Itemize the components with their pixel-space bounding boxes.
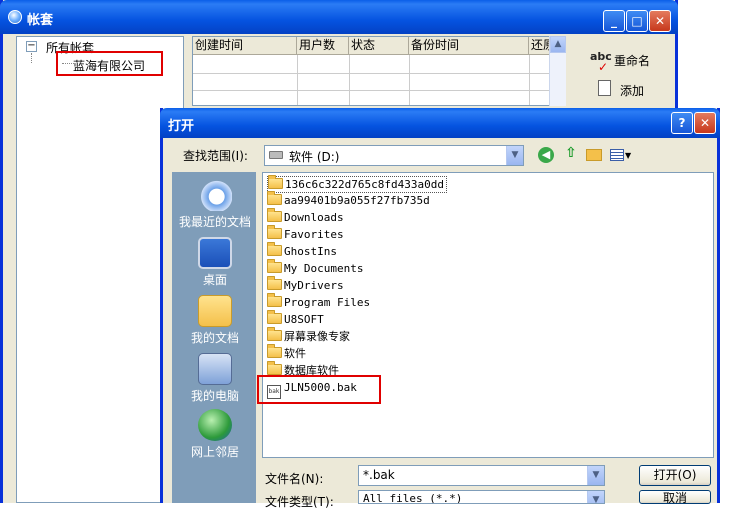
folder-icon <box>267 361 282 375</box>
maximize-button[interactable]: □ <box>626 10 648 32</box>
place-mycomputer[interactable]: 我的电脑 <box>173 353 257 404</box>
folder-icon <box>267 259 282 273</box>
app-icon <box>8 10 22 24</box>
list-item[interactable]: 屏幕录像专家 <box>267 327 350 346</box>
collapse-icon[interactable]: − <box>26 41 37 52</box>
check-icon: ✓ <box>598 60 609 74</box>
folder-icon <box>267 327 282 341</box>
col-backup-time[interactable]: 备份时间 <box>409 37 529 55</box>
place-mydocs[interactable]: 我的文档 <box>173 295 257 346</box>
col-created[interactable]: 创建时间 <box>193 37 297 55</box>
folder-icon <box>267 191 282 205</box>
close-button[interactable]: ✕ <box>649 10 671 32</box>
filename-label: 文件名(N): <box>265 472 324 486</box>
col-users[interactable]: 用户数 <box>297 37 349 55</box>
folder-icon <box>267 208 282 222</box>
account-grid[interactable]: 创建时间 用户数 状态 备份时间 还原 <box>192 36 566 106</box>
list-item[interactable]: U8SOFT <box>267 310 324 329</box>
filename-input[interactable]: *.bak <box>363 468 395 482</box>
chevron-down-icon[interactable]: ▼ <box>506 146 523 165</box>
list-item[interactable]: Program Files <box>267 293 370 312</box>
list-item[interactable]: Downloads <box>267 208 344 227</box>
places-bar: 我最近的文档 桌面 我的文档 我的电脑 网上邻居 <box>172 172 256 503</box>
my-documents-icon <box>198 295 232 327</box>
lookin-combo[interactable]: 软件 (D:) ▼ <box>264 145 524 166</box>
folder-icon <box>267 293 282 307</box>
cancel-button[interactable]: 取消 <box>639 490 711 504</box>
list-item[interactable]: MyDrivers <box>267 276 344 295</box>
file-list[interactable]: 136c6c322d765c8fd433a0dd aa99401b9a055f2… <box>262 172 714 458</box>
scroll-up-icon[interactable]: ▲ <box>550 36 566 53</box>
recent-docs-icon <box>198 179 232 211</box>
desktop-icon <box>198 237 232 269</box>
highlight-box <box>257 375 381 404</box>
chevron-down-icon[interactable]: ▼ <box>587 491 604 503</box>
highlight-box <box>56 51 163 76</box>
place-desktop[interactable]: 桌面 <box>173 237 257 288</box>
chevron-down-icon[interactable]: ▼ <box>587 466 604 485</box>
filetype-label: 文件类型(T): <box>265 495 334 509</box>
place-network[interactable]: 网上邻居 <box>173 409 257 460</box>
my-computer-icon <box>198 353 232 385</box>
open-dialog-titlebar[interactable]: 打开 ? ✕ <box>160 108 720 138</box>
open-button[interactable]: 打开(O) <box>639 465 711 486</box>
col-status[interactable]: 状态 <box>349 37 409 55</box>
filename-combo[interactable]: *.bak ▼ <box>358 465 605 486</box>
list-item[interactable]: Favorites <box>267 225 344 244</box>
back-arrow-icon[interactable]: ◀ <box>538 147 554 163</box>
account-window-titlebar[interactable]: 帐套 _ □ ✕ <box>0 0 678 34</box>
list-item[interactable]: aa99401b9a055f27fb735d <box>267 191 430 210</box>
folder-icon <box>267 225 282 239</box>
rename-button[interactable]: abc ✓ 重命名 <box>590 50 670 74</box>
place-recent[interactable]: 我最近的文档 <box>173 179 257 230</box>
view-menu-icon[interactable] <box>610 149 624 161</box>
filetype-combo[interactable]: All files (*.*) ▼ <box>358 490 605 504</box>
help-button[interactable]: ? <box>671 112 693 134</box>
up-folder-icon[interactable]: ⇧ <box>562 145 580 163</box>
list-item[interactable]: 136c6c322d765c8fd433a0dd <box>267 175 447 193</box>
drive-icon <box>269 151 283 159</box>
list-item[interactable]: GhostIns <box>267 242 337 261</box>
list-item[interactable]: My Documents <box>267 259 363 278</box>
network-icon <box>198 409 232 441</box>
grid-scrollbar[interactable]: ▲ <box>549 36 566 106</box>
add-button[interactable]: 添加 <box>598 80 668 102</box>
open-dialog-title: 打开 <box>168 119 195 134</box>
account-window-title: 帐套 <box>27 13 54 28</box>
account-tree[interactable]: − 所有帐套 蓝海有限公司 <box>16 36 184 503</box>
dialog-close-button[interactable]: ✕ <box>694 112 716 134</box>
folder-icon <box>267 344 282 358</box>
minimize-button[interactable]: _ <box>603 10 625 32</box>
folder-icon <box>267 310 282 324</box>
folder-icon <box>267 276 282 290</box>
document-icon <box>598 80 611 96</box>
view-dropdown-icon[interactable]: ▼ <box>625 151 631 160</box>
folder-icon <box>268 175 283 189</box>
new-folder-icon[interactable] <box>586 149 602 161</box>
folder-icon <box>267 242 282 256</box>
lookin-label: 查找范围(I): <box>183 149 248 163</box>
